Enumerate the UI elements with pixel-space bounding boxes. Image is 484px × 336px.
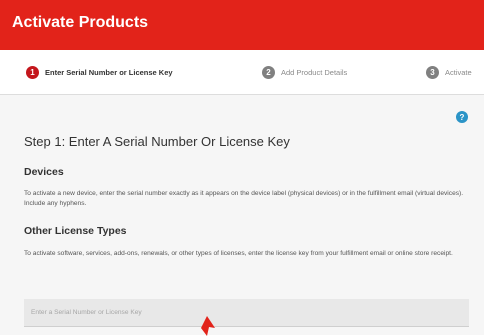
step-1: 1 Enter Serial Number or License Key xyxy=(26,66,173,79)
step-2: 2 Add Product Details xyxy=(262,66,347,79)
step-1-label: Enter Serial Number or License Key xyxy=(45,68,173,77)
other-license-heading: Other License Types xyxy=(24,225,127,237)
page-title: Activate Products xyxy=(12,14,149,31)
devices-description: To activate a new device, enter the seri… xyxy=(24,190,464,207)
step-3: 3 Activate xyxy=(426,66,472,79)
step-2-label: Add Product Details xyxy=(281,68,348,77)
step-2-number: 2 xyxy=(262,66,275,79)
help-icon[interactable]: ? xyxy=(456,111,468,123)
step-heading: Step 1: Enter A Serial Number Or License… xyxy=(24,134,290,149)
step-3-number: 3 xyxy=(426,66,439,79)
serial-number-input[interactable] xyxy=(24,299,469,327)
other-license-description: To activate software, services, add-ons,… xyxy=(24,250,453,257)
step-3-label: Activate xyxy=(445,68,472,77)
devices-heading: Devices xyxy=(24,166,64,178)
main-content: ? Step 1: Enter A Serial Number Or Licen… xyxy=(0,95,484,336)
cursor-arrow-icon xyxy=(201,316,215,336)
progress-stepper: 1 Enter Serial Number or License Key 2 A… xyxy=(0,50,484,95)
step-1-number: 1 xyxy=(26,66,39,79)
page-header: Activate Products xyxy=(0,0,484,50)
